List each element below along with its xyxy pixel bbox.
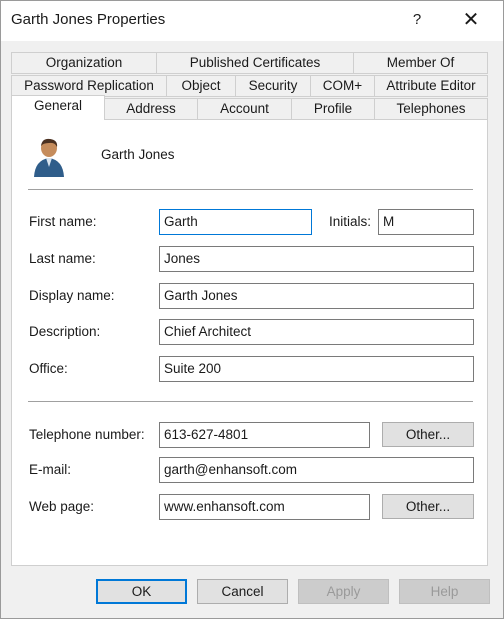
initials-label: Initials: — [329, 214, 372, 229]
user-display-header: Garth Jones — [101, 147, 175, 162]
description-field[interactable]: Chief Architect — [159, 319, 474, 345]
title-bar: Garth Jones Properties ? ✕ — [1, 1, 503, 41]
divider — [28, 401, 473, 402]
user-icon — [34, 138, 64, 177]
office-field[interactable]: Suite 200 — [159, 356, 474, 382]
last-name-field[interactable]: Jones — [159, 246, 474, 272]
tab-organization[interactable]: Organization — [11, 52, 157, 74]
tab-account[interactable]: Account — [197, 98, 292, 120]
cancel-button[interactable]: Cancel — [197, 579, 288, 604]
first-name-field[interactable]: Garth — [159, 209, 312, 235]
properties-dialog: Garth Jones Properties ? ✕ Organization … — [0, 0, 504, 619]
tab-object[interactable]: Object — [166, 75, 236, 97]
display-name-label: Display name: — [29, 288, 115, 303]
tab-telephones[interactable]: Telephones — [374, 98, 488, 120]
tab-attribute-editor[interactable]: Attribute Editor — [374, 75, 488, 97]
close-icon[interactable]: ✕ — [456, 5, 486, 35]
help-icon[interactable]: ? — [403, 5, 431, 35]
web-page-field[interactable]: www.enhansoft.com — [159, 494, 370, 520]
last-name-label: Last name: — [29, 251, 96, 266]
email-label: E-mail: — [29, 462, 72, 477]
window-title: Garth Jones Properties — [11, 11, 166, 28]
tab-com-plus[interactable]: COM+ — [310, 75, 375, 97]
tab-profile[interactable]: Profile — [291, 98, 375, 120]
help-button[interactable]: Help — [399, 579, 490, 604]
telephone-field[interactable]: 613-627-4801 — [159, 422, 370, 448]
ok-button[interactable]: OK — [96, 579, 187, 604]
tab-password-replication[interactable]: Password Replication — [11, 75, 167, 97]
first-name-label: First name: — [29, 214, 97, 229]
web-page-label: Web page: — [29, 499, 95, 514]
tab-published-certificates[interactable]: Published Certificates — [156, 52, 354, 74]
description-label: Description: — [29, 324, 101, 339]
telephone-label: Telephone number: — [29, 427, 145, 442]
email-field[interactable]: garth@enhansoft.com — [159, 457, 474, 483]
tab-security[interactable]: Security — [235, 75, 311, 97]
display-name-field[interactable]: Garth Jones — [159, 283, 474, 309]
tab-general[interactable]: General — [11, 95, 105, 120]
tab-address[interactable]: Address — [104, 98, 198, 120]
apply-button[interactable]: Apply — [298, 579, 389, 604]
tab-member-of[interactable]: Member Of — [353, 52, 488, 74]
divider — [28, 189, 473, 190]
office-label: Office: — [29, 361, 68, 376]
web-page-other-button[interactable]: Other... — [382, 494, 474, 519]
telephone-other-button[interactable]: Other... — [382, 422, 474, 447]
initials-field[interactable]: M — [378, 209, 474, 235]
